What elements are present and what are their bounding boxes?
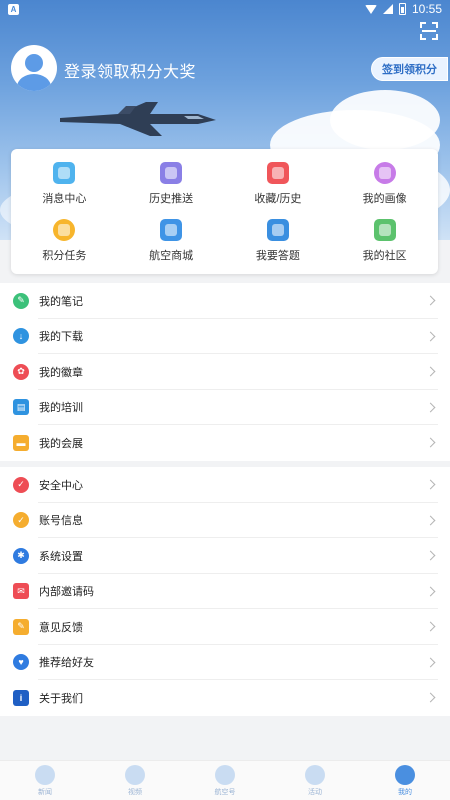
user-icon [395, 764, 415, 785]
chevron-right-icon [425, 479, 436, 490]
nav-tab-news[interactable]: 新闻 [0, 761, 90, 800]
message-icon [53, 161, 76, 184]
chevron-right-icon [425, 437, 436, 448]
nav-tab-aviation-account[interactable]: 航空号 [180, 761, 270, 800]
menu-item-about-us[interactable]: i 关于我们 [0, 680, 450, 716]
app-notification-icon: A [8, 3, 19, 15]
menu-group-personal: ✎ 我的笔记 ↓ 我的下载 ✿ 我的徽章 ▤ 我的培训 ▬ 我的会展 [0, 283, 450, 461]
chevron-right-icon [425, 366, 436, 377]
chevron-right-icon [425, 402, 436, 413]
chevron-right-icon [425, 621, 436, 632]
quick-item-my-community[interactable]: 我的社区 [331, 213, 438, 271]
menu-item-my-exhibitions[interactable]: ▬ 我的会展 [0, 425, 450, 461]
quick-item-message-center[interactable]: 消息中心 [11, 155, 118, 213]
menu-item-feedback[interactable]: ✎ 意见反馈 [0, 609, 450, 645]
avatar[interactable] [11, 45, 57, 91]
chevron-right-icon [425, 586, 436, 597]
feedback-icon: ✎ [13, 618, 29, 635]
exhibition-icon: ▬ [13, 434, 29, 451]
menu-item-my-downloads[interactable]: ↓ 我的下载 [0, 319, 450, 355]
calendar-icon [160, 161, 183, 184]
nav-tab-activities[interactable]: 活动 [270, 761, 360, 800]
menu-item-system-settings[interactable]: ✱ 系统设置 [0, 538, 450, 574]
quick-item-points-tasks[interactable]: 积分任务 [11, 213, 118, 271]
activity-icon [305, 764, 325, 785]
menu-item-my-training[interactable]: ▤ 我的培训 [0, 390, 450, 426]
wifi-icon [364, 4, 377, 14]
menu-item-account-info[interactable]: ✓ 账号信息 [0, 503, 450, 539]
mail-icon: ✉ [13, 583, 29, 600]
nav-tab-video[interactable]: 视频 [90, 761, 180, 800]
coin-icon [53, 219, 76, 242]
menu-group-settings: ✓ 安全中心 ✓ 账号信息 ✱ 系统设置 ✉ 内部邀请码 ✎ 意见反馈 ♥ 推荐… [0, 467, 450, 716]
battery-icon [398, 3, 406, 15]
status-time: 10:55 [411, 2, 442, 16]
quick-item-favorites-history[interactable]: 收藏/历史 [225, 155, 332, 213]
fighter-jet-image [60, 102, 216, 136]
quick-item-aviation-store[interactable]: 航空商城 [118, 213, 225, 271]
quick-access-grid: 消息中心 历史推送 收藏/历史 我的画像 积分任务 航空商城 我要答题 我的社区 [11, 149, 438, 274]
nav-tab-mine[interactable]: 我的 [360, 761, 450, 800]
menu-item-security-center[interactable]: ✓ 安全中心 [0, 467, 450, 503]
news-icon [35, 764, 55, 785]
quick-item-answer-quiz[interactable]: 我要答题 [225, 213, 332, 271]
leaf-icon: ✎ [13, 292, 29, 309]
status-bar: A 10:55 [0, 0, 450, 18]
folder-icon [266, 161, 289, 184]
quick-item-my-portrait[interactable]: 我的画像 [331, 155, 438, 213]
checkin-button[interactable]: 签到领积分 [371, 57, 448, 81]
menu-item-my-badges[interactable]: ✿ 我的徽章 [0, 354, 450, 390]
scan-icon[interactable] [420, 22, 438, 40]
badge-icon: ✿ [13, 363, 29, 380]
login-prompt[interactable]: 登录领取积分大奖 [64, 58, 196, 82]
cloud-decoration [330, 90, 440, 150]
info-icon: i [13, 689, 29, 706]
download-icon: ↓ [13, 328, 29, 345]
chevron-right-icon [425, 515, 436, 526]
plane-icon [215, 764, 235, 785]
menu-item-my-notes[interactable]: ✎ 我的笔记 [0, 283, 450, 319]
chevron-right-icon [425, 692, 436, 703]
store-icon [160, 219, 183, 242]
training-icon: ▤ [13, 399, 29, 416]
chevron-right-icon [425, 550, 436, 561]
quick-item-history-push[interactable]: 历史推送 [118, 155, 225, 213]
menu-item-recommend-friends[interactable]: ♥ 推荐给好友 [0, 645, 450, 681]
heart-icon [373, 161, 396, 184]
gear-icon: ✱ [13, 547, 29, 564]
shield-icon: ✓ [13, 476, 29, 493]
thumbs-up-icon: ♥ [13, 654, 29, 671]
chevron-right-icon [425, 295, 436, 306]
community-icon [373, 219, 396, 242]
menu-item-invite-code[interactable]: ✉ 内部邀请码 [0, 574, 450, 610]
signal-icon [382, 4, 393, 14]
book-icon [266, 219, 289, 242]
account-icon: ✓ [13, 512, 29, 529]
bottom-navigation: 新闻 视频 航空号 活动 我的 [0, 760, 450, 800]
chevron-right-icon [425, 331, 436, 342]
video-icon [125, 764, 145, 785]
chevron-right-icon [425, 657, 436, 668]
